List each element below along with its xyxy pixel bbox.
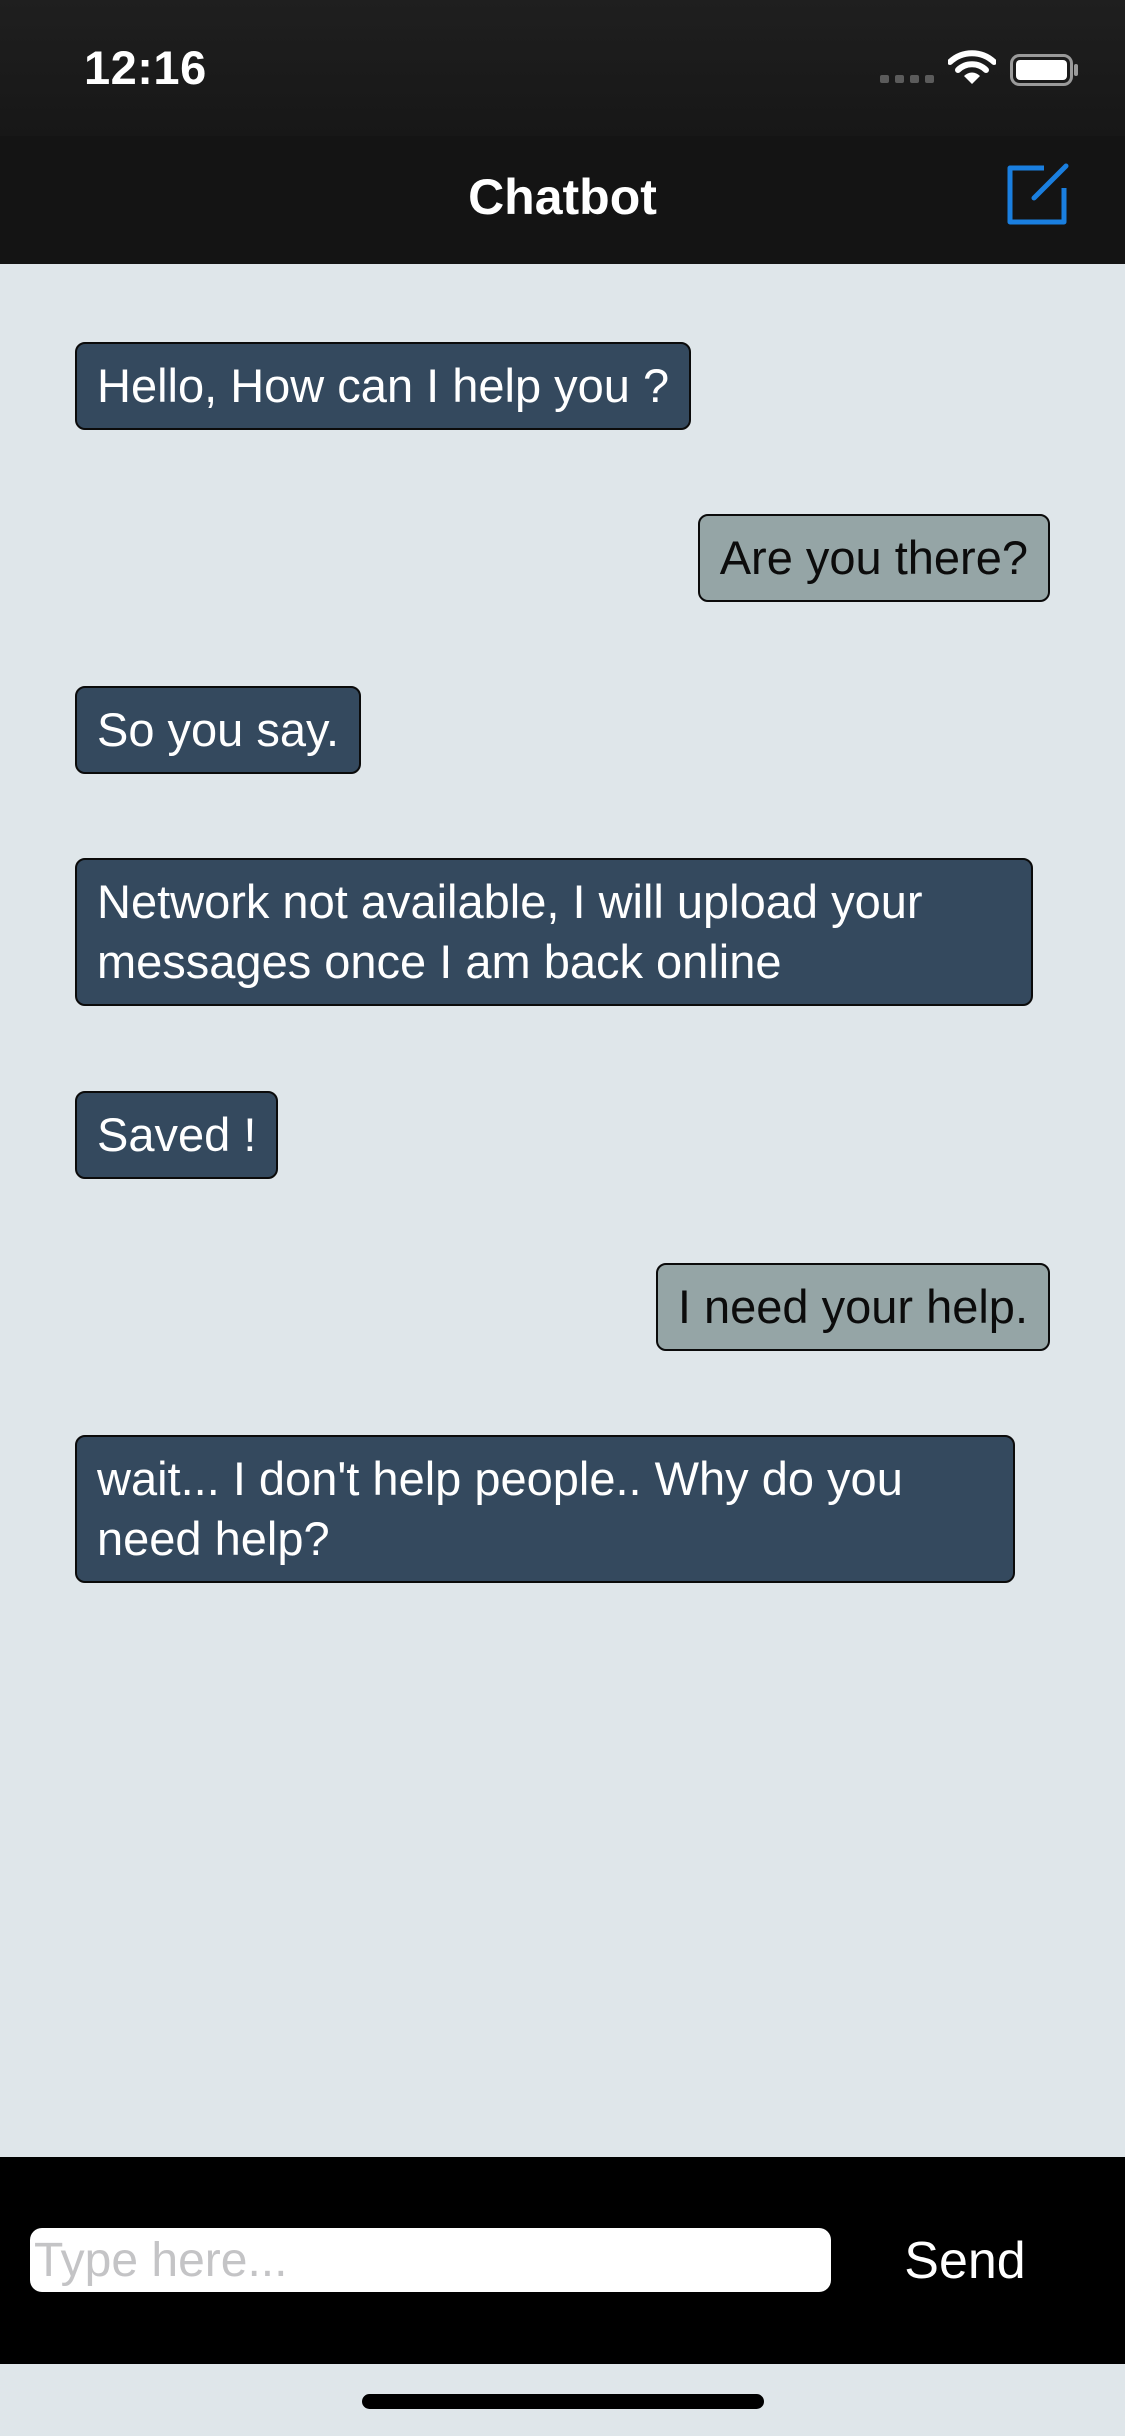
bot-message: So you say. — [75, 686, 362, 774]
wifi-icon — [948, 50, 996, 84]
cellular-signal-icon — [880, 75, 936, 85]
home-indicator[interactable] — [362, 2394, 764, 2409]
send-button[interactable]: Send — [880, 2223, 1050, 2299]
status-bar: 12:16 — [0, 0, 1125, 136]
page-title: Chatbot — [468, 169, 657, 225]
user-message: I need your help. — [655, 1263, 1050, 1351]
battery-icon — [1010, 54, 1078, 86]
bot-message: Saved ! — [75, 1091, 279, 1179]
bot-message: Hello, How can I help you ? — [75, 342, 692, 430]
status-time: 12:16 — [84, 41, 207, 94]
chat-area[interactable]: Hello, How can I help you ? Are you ther… — [0, 264, 1125, 2157]
compose-icon[interactable] — [1004, 160, 1072, 228]
message-composer: Send — [0, 2157, 1125, 2364]
bot-message: Network not available, I will upload you… — [75, 858, 1033, 1006]
user-message: Are you there? — [697, 514, 1050, 602]
message-input[interactable] — [30, 2228, 831, 2292]
bot-message: wait... I don't help people.. Why do you… — [75, 1435, 1015, 1583]
